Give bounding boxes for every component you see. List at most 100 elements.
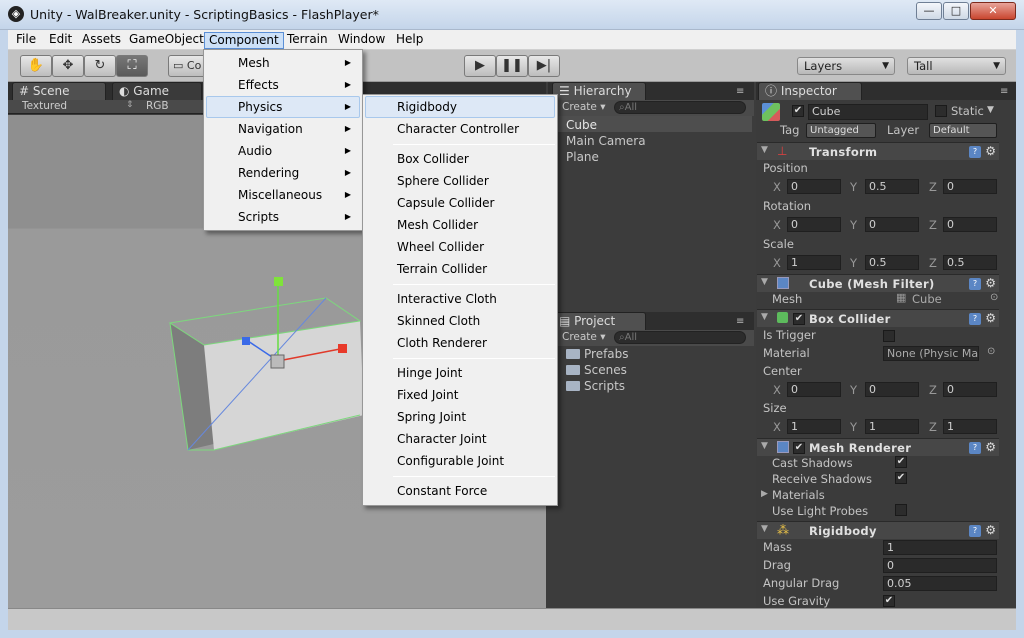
menu-item-box-collider[interactable]: Box Collider [365,148,555,170]
is-trigger-checkbox[interactable] [883,330,895,342]
menu-item-character-joint[interactable]: Character Joint [365,428,555,450]
project-item-scripts[interactable]: Scripts [584,379,625,393]
scale-y-field[interactable]: 0.5 [865,255,919,270]
foldout-arrow-icon[interactable]: ▶ [761,489,768,499]
foldout-arrow-icon[interactable]: ▼ [761,441,768,451]
gear-icon[interactable]: ⚙ [985,440,996,454]
menu-edit[interactable]: Edit [45,32,76,49]
gear-icon[interactable]: ⚙ [985,144,996,158]
menu-terrain[interactable]: Terrain [283,32,332,49]
menu-item-rigidbody[interactable]: Rigidbody [365,96,555,118]
step-button[interactable]: ▶| [528,55,560,77]
menu-gameobject[interactable]: GameObject [125,32,208,49]
help-icon[interactable]: ? [969,146,981,158]
receive-shadows-checkbox[interactable]: ✔ [895,472,907,484]
menu-item-physics[interactable]: Physics ▶ [206,96,360,118]
object-name-field[interactable]: Cube [808,104,928,120]
position-x-field[interactable]: 0 [787,179,841,194]
hierarchy-item-main-camera[interactable]: Main Camera [566,134,646,148]
rotation-z-field[interactable]: 0 [943,217,997,232]
light-probes-checkbox[interactable] [895,504,907,516]
panel-menu-icon[interactable]: ≡ [736,316,744,327]
object-picker-icon[interactable]: ⊙ [987,346,995,357]
menu-item-interactive-cloth[interactable]: Interactive Cloth [365,288,555,310]
menu-help[interactable]: Help [392,32,427,49]
menu-item-skinned-cloth[interactable]: Skinned Cloth [365,310,555,332]
menu-item-cloth-renderer[interactable]: Cloth Renderer [365,332,555,354]
foldout-arrow-icon[interactable]: ▼ [761,524,768,534]
menu-assets[interactable]: Assets [78,32,125,49]
tab-project[interactable]: ▤ Project [552,312,646,330]
size-y-field[interactable]: 1 [865,419,919,434]
panel-menu-icon[interactable]: ≡ [1000,86,1008,97]
hierarchy-item-plane[interactable]: Plane [566,150,599,164]
tab-game[interactable]: ◐ Game [112,82,202,100]
pivot-toggle[interactable]: ▭ Co [168,55,208,77]
menu-item-effects[interactable]: Effects ▶ [206,74,360,96]
static-checkbox[interactable] [935,105,947,117]
menu-item-mesh[interactable]: Mesh ▶ [206,52,360,74]
transform-header[interactable]: ▼ ⊥ Transform ? ⚙ [757,142,999,160]
project-item-scenes[interactable]: Scenes [584,363,627,377]
menu-item-miscellaneous[interactable]: Miscellaneous ▶ [206,184,360,206]
foldout-arrow-icon[interactable]: ▼ [761,145,768,155]
menu-item-mesh-collider[interactable]: Mesh Collider [365,214,555,236]
size-z-field[interactable]: 1 [943,419,997,434]
scale-x-field[interactable]: 1 [787,255,841,270]
static-dropdown-icon[interactable]: ▼ [987,105,994,115]
help-icon[interactable]: ? [969,313,981,325]
gear-icon[interactable]: ⚙ [985,523,996,537]
hand-tool-button[interactable]: ✋ [20,55,52,77]
scale-z-field[interactable]: 0.5 [943,255,997,270]
menu-file[interactable]: File [12,32,40,49]
menu-item-audio[interactable]: Audio ▶ [206,140,360,162]
gear-icon[interactable]: ⚙ [985,276,996,290]
menu-window[interactable]: Window [334,32,389,49]
menu-item-terrain-collider[interactable]: Terrain Collider [365,258,555,280]
active-checkbox[interactable]: ✔ [792,105,804,117]
menu-item-rendering[interactable]: Rendering ▶ [206,162,360,184]
project-item-prefabs[interactable]: Prefabs [584,347,629,361]
project-create-button[interactable]: Create ▾ [562,331,606,343]
center-x-field[interactable]: 0 [787,382,841,397]
layout-dropdown[interactable]: Tall ▼ [907,57,1006,75]
menu-item-configurable-joint[interactable]: Configurable Joint [365,450,555,472]
play-button[interactable]: ▶ [464,55,496,77]
panel-menu-icon[interactable]: ≡ [736,86,744,97]
drag-field[interactable]: 0 [883,558,997,573]
rotate-tool-button[interactable]: ↻ [84,55,116,77]
material-field[interactable]: None (Physic Ma [883,346,979,361]
help-icon[interactable]: ? [969,278,981,290]
menu-item-character-controller[interactable]: Character Controller [365,118,555,140]
center-z-field[interactable]: 0 [943,382,997,397]
maximize-button[interactable]: □ [943,2,969,20]
rotation-y-field[interactable]: 0 [865,217,919,232]
angular-drag-field[interactable]: 0.05 [883,576,997,591]
menu-item-spring-joint[interactable]: Spring Joint [365,406,555,428]
use-gravity-checkbox[interactable]: ✔ [883,595,895,607]
tab-inspector[interactable]: ⓘ Inspector [758,82,862,100]
project-search-input[interactable]: ⌕All [614,331,746,344]
menu-item-sphere-collider[interactable]: Sphere Collider [365,170,555,192]
rigidbody-header[interactable]: ▼ ⁂ Rigidbody ? ⚙ [757,521,999,539]
menu-item-capsule-collider[interactable]: Capsule Collider [365,192,555,214]
foldout-arrow-icon[interactable]: ▼ [761,312,768,322]
mesh-value[interactable]: Cube [912,292,942,306]
menu-component[interactable]: Component [204,32,284,49]
mesh-filter-header[interactable]: ▼ Cube (Mesh Filter) ? ⚙ [757,274,999,292]
mesh-renderer-enabled-checkbox[interactable]: ✔ [793,442,805,454]
close-button[interactable]: ✕ [970,2,1016,20]
minimize-button[interactable]: — [916,2,942,20]
help-icon[interactable]: ? [969,442,981,454]
menu-item-scripts[interactable]: Scripts ▶ [206,206,360,228]
menu-item-navigation[interactable]: Navigation ▶ [206,118,360,140]
mass-field[interactable]: 1 [883,540,997,555]
cast-shadows-checkbox[interactable]: ✔ [895,456,907,468]
hierarchy-item-cube[interactable]: Cube [566,118,597,132]
pause-button[interactable]: ❚❚ [496,55,528,77]
size-x-field[interactable]: 1 [787,419,841,434]
rotation-x-field[interactable]: 0 [787,217,841,232]
gear-icon[interactable]: ⚙ [985,311,996,325]
position-z-field[interactable]: 0 [943,179,997,194]
materials-foldout[interactable]: Materials [772,488,825,502]
